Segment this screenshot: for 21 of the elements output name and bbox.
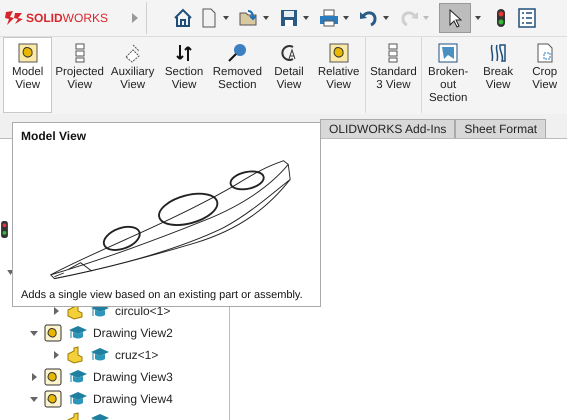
tree-item[interactable]: Drawing View3 [93, 370, 173, 384]
ribbon-button[interactable]: Model View [3, 37, 52, 113]
tab[interactable]: Sheet Format [455, 119, 546, 138]
ribbon-button[interactable]: Broken-out Section [422, 37, 474, 113]
ribbon-button[interactable]: Standard 3 View [367, 37, 420, 113]
tooltip-title: Model View [21, 129, 88, 143]
tree-item[interactable]: Drawing View2 [93, 326, 173, 340]
ribbon-button[interactable]: Crop View [522, 37, 567, 113]
tree-item[interactable]: circulo<1> [115, 304, 170, 318]
ribbon-button[interactable]: Projected View [52, 37, 107, 113]
ribbon-button[interactable]: Removed Section [210, 37, 265, 113]
ribbon-button[interactable]: Detail View [264, 37, 313, 113]
ribbon-button[interactable]: Auxiliary View [106, 37, 158, 113]
logo-text: SOLIDWORKS [26, 11, 108, 25]
tree-item[interactable]: cruz<1> [115, 348, 158, 362]
tab[interactable]: OLIDWORKS Add-Ins [320, 119, 456, 138]
ribbon-button[interactable]: Break View [474, 37, 522, 113]
ribbon-button[interactable]: Section View [158, 37, 210, 113]
tree-item[interactable]: Drawing View4 [93, 392, 173, 406]
tooltip-description: Adds a single view based on an existing part or assembly. [21, 289, 304, 301]
ribbon-button[interactable]: Relative View [312, 37, 364, 113]
